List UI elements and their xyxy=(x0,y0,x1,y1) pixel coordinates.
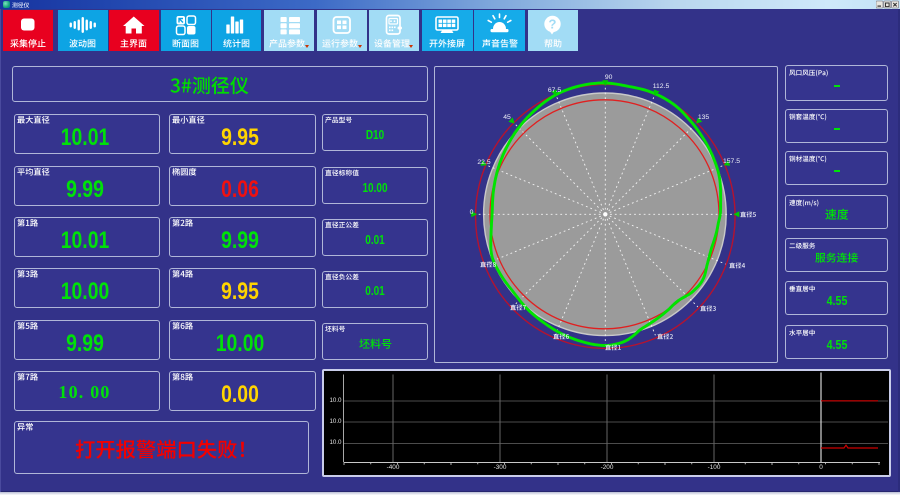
svg-text:?: ? xyxy=(549,16,557,31)
